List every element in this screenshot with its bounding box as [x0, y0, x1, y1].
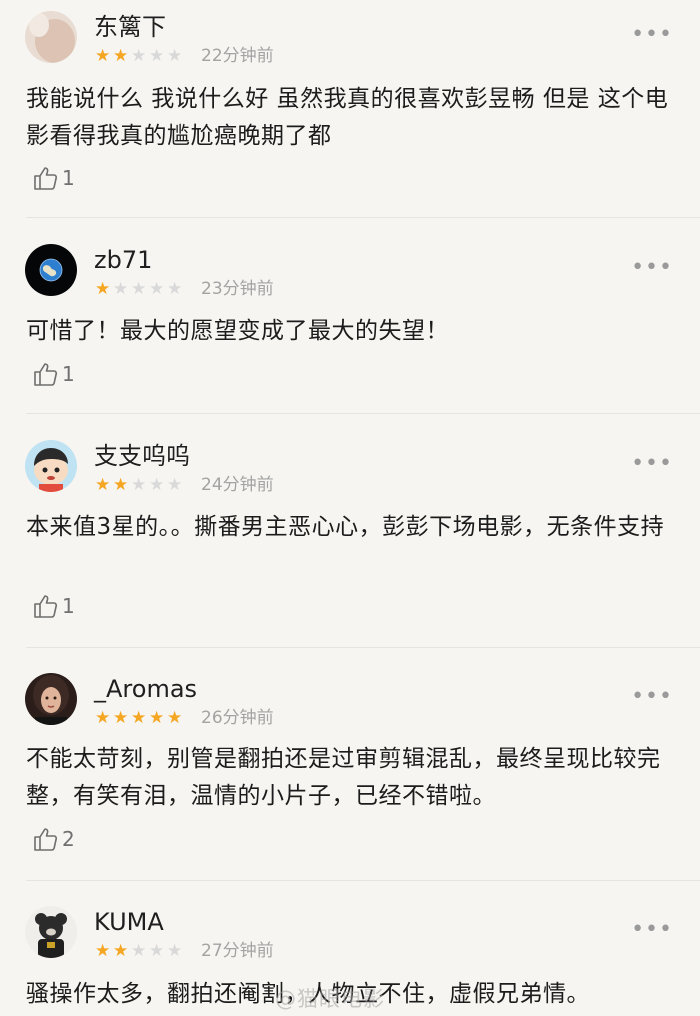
star-filled-icon: ★: [131, 708, 147, 728]
username[interactable]: _Aromas: [94, 674, 197, 704]
thumbs-up-icon: [34, 167, 58, 190]
divider: [26, 413, 700, 414]
review-text: 不能太苛刻，别管是翻拍还是过审剪辑混乱，最终呈现比较完整，有笑有泪，温情的小片子…: [26, 746, 661, 809]
star-empty-icon: ★: [167, 475, 183, 495]
star-empty-icon: ★: [167, 279, 183, 299]
like-count: 1: [62, 362, 75, 386]
woman-portrait-avatar-icon[interactable]: [25, 673, 77, 725]
thumbs-up-icon: [34, 828, 58, 851]
more-options-icon[interactable]: •••: [631, 453, 673, 475]
star-rating: ★ ★ ★ ★ ★: [95, 941, 185, 961]
bear-figure-avatar-icon[interactable]: [25, 906, 77, 958]
like-count: 2: [62, 827, 75, 851]
more-options-icon[interactable]: •••: [631, 24, 673, 46]
star-empty-icon: ★: [131, 46, 147, 66]
person-face-avatar-icon[interactable]: [25, 11, 77, 63]
star-filled-icon: ★: [113, 475, 129, 495]
star-empty-icon: ★: [131, 941, 147, 961]
more-options-icon[interactable]: •••: [631, 257, 673, 279]
star-filled-icon: ★: [95, 708, 111, 728]
timestamp: 26分钟前: [201, 708, 274, 728]
star-filled-icon: ★: [95, 279, 111, 299]
like-button[interactable]: 2: [32, 825, 75, 853]
thumbs-up-icon: [34, 363, 58, 386]
star-rating: ★ ★ ★ ★ ★: [95, 708, 185, 728]
cartoon-boy-avatar-icon[interactable]: [25, 440, 77, 492]
like-count: 1: [62, 594, 75, 618]
star-filled-icon: ★: [149, 708, 165, 728]
like-button[interactable]: 1: [32, 360, 75, 388]
star-empty-icon: ★: [149, 475, 165, 495]
username[interactable]: 东篱下: [94, 12, 166, 42]
star-empty-icon: ★: [167, 941, 183, 961]
star-filled-icon: ★: [95, 941, 111, 961]
star-filled-icon: ★: [167, 708, 183, 728]
timestamp: 23分钟前: [201, 279, 274, 299]
thumbs-up-icon: [34, 595, 58, 618]
star-empty-icon: ★: [113, 279, 129, 299]
review-text: 本来值3星的。。撕番男主恶心心，彭彭下场电影，无条件支持: [26, 514, 665, 540]
more-options-icon[interactable]: •••: [631, 686, 673, 708]
star-filled-icon: ★: [95, 475, 111, 495]
star-empty-icon: ★: [149, 941, 165, 961]
username[interactable]: 支支呜呜: [94, 441, 190, 471]
star-filled-icon: ★: [113, 708, 129, 728]
earth-avatar-icon[interactable]: [25, 244, 77, 296]
like-button[interactable]: 1: [32, 164, 75, 192]
star-filled-icon: ★: [113, 941, 129, 961]
star-empty-icon: ★: [149, 279, 165, 299]
star-rating: ★ ★ ★ ★ ★: [95, 46, 185, 66]
star-rating: ★ ★ ★ ★ ★: [95, 475, 185, 495]
username[interactable]: zb71: [94, 245, 152, 275]
timestamp: 24分钟前: [201, 475, 274, 495]
star-empty-icon: ★: [149, 46, 165, 66]
divider: [26, 880, 700, 881]
timestamp: 22分钟前: [201, 46, 274, 66]
star-filled-icon: ★: [113, 46, 129, 66]
star-rating: ★ ★ ★ ★ ★: [95, 279, 185, 299]
watermark: @猫眼电影: [275, 987, 385, 1011]
username[interactable]: KUMA: [94, 907, 164, 937]
star-empty-icon: ★: [131, 475, 147, 495]
like-count: 1: [62, 166, 75, 190]
star-empty-icon: ★: [167, 46, 183, 66]
star-filled-icon: ★: [95, 46, 111, 66]
star-empty-icon: ★: [131, 279, 147, 299]
divider: [26, 647, 700, 648]
divider: [26, 217, 700, 218]
review-text: 可惜了！最大的愿望变成了最大的失望！: [26, 318, 449, 344]
like-button[interactable]: 1: [32, 592, 75, 620]
review-text: 我能说什么 我说什么好 虽然我真的很喜欢彭昱畅 但是 这个电影看得我真的尴尬癌晚…: [26, 86, 669, 149]
more-options-icon[interactable]: •••: [631, 919, 673, 941]
timestamp: 27分钟前: [201, 941, 274, 961]
